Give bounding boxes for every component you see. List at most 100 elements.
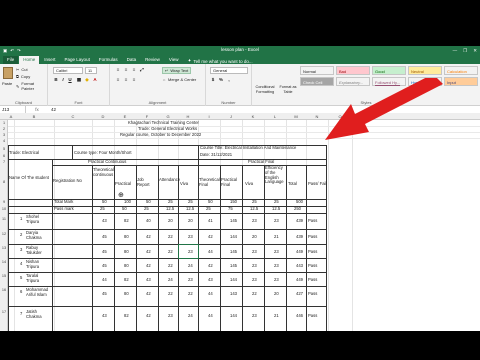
header-registration[interactable]: Registration No bbox=[53, 178, 91, 184]
col-header-h[interactable]: H bbox=[178, 114, 198, 119]
col-header-c[interactable]: C bbox=[54, 114, 92, 119]
student-score-cell[interactable]: 23 bbox=[252, 263, 257, 269]
row-header[interactable]: 7 bbox=[0, 160, 8, 164]
total-mark-cell[interactable]: 150 bbox=[230, 199, 237, 205]
header-practical[interactable]: Practical bbox=[115, 181, 131, 187]
student-score-cell[interactable]: 23 bbox=[252, 313, 257, 319]
student-score-cell[interactable]: 82 bbox=[124, 277, 129, 283]
student-score-cell[interactable]: 20 bbox=[168, 218, 173, 224]
total-mark-cell[interactable]: 25 bbox=[252, 199, 257, 205]
student-score-cell[interactable]: 23 bbox=[168, 313, 173, 319]
row-header[interactable]: 9 bbox=[0, 200, 8, 204]
header-attendance[interactable]: Attendance bbox=[159, 177, 180, 183]
total-mark-cell[interactable]: 25 bbox=[168, 199, 173, 205]
tab-review[interactable]: Review bbox=[141, 56, 164, 64]
student-serial[interactable]: 5 bbox=[20, 275, 22, 281]
font-color-icon[interactable]: A bbox=[92, 77, 98, 82]
style-neutral[interactable]: Neutral bbox=[408, 66, 442, 75]
formula-input[interactable]: 42 bbox=[48, 107, 56, 112]
student-score-cell[interactable]: 44 bbox=[102, 277, 107, 283]
copy-button[interactable]: ⧉ Copy bbox=[16, 74, 30, 79]
student-score-cell[interactable]: 42 bbox=[208, 234, 213, 240]
student-score-cell[interactable]: 82 bbox=[124, 218, 129, 224]
sheet-date[interactable]: Date: 31/12/2021 bbox=[200, 152, 232, 158]
col-header-b[interactable]: B bbox=[14, 114, 54, 119]
student-score-cell[interactable]: 22 bbox=[168, 249, 173, 255]
wrap-text-button[interactable]: ↵ Wrap Text bbox=[162, 67, 192, 74]
merge-center-button[interactable]: ⇔ Merge & Center bbox=[162, 77, 196, 82]
align-center-icon[interactable]: ≡ bbox=[123, 77, 129, 82]
row-header[interactable]: 8 bbox=[0, 180, 8, 184]
col-header-g[interactable]: G bbox=[158, 114, 178, 119]
student-score-cell[interactable]: 43 bbox=[146, 277, 151, 283]
student-serial[interactable]: 6 bbox=[20, 289, 22, 295]
student-serial[interactable]: 1 bbox=[20, 216, 22, 222]
style-explanatory[interactable]: Explanatory... bbox=[336, 77, 370, 86]
total-mark-cell[interactable]: 25 bbox=[188, 199, 193, 205]
student-score-cell[interactable]: 43 bbox=[208, 277, 213, 283]
row-header[interactable]: 15 bbox=[0, 274, 8, 278]
student-score-cell[interactable]: 21 bbox=[274, 234, 279, 240]
header-total[interactable]: Total bbox=[288, 181, 297, 187]
sheet-course-period[interactable]: Regular course, October to December 2022 bbox=[120, 132, 201, 138]
student-score-cell[interactable]: 21 bbox=[274, 313, 279, 319]
header-theoretical-continuous[interactable]: Theoretical continuous bbox=[93, 167, 114, 178]
student-score-cell[interactable]: 22 bbox=[168, 234, 173, 240]
student-score-cell[interactable]: 45 bbox=[102, 234, 107, 240]
col-header-j[interactable]: J bbox=[220, 114, 242, 119]
student-score-cell[interactable]: 145 bbox=[230, 249, 237, 255]
col-header-m[interactable]: M bbox=[286, 114, 306, 119]
student-result[interactable]: Pass bbox=[308, 249, 317, 255]
col-header-i[interactable]: I bbox=[198, 114, 220, 119]
student-score-cell[interactable]: 20 bbox=[188, 218, 193, 224]
paste-button[interactable]: Paste bbox=[2, 81, 12, 86]
align-right-icon[interactable]: ≡ bbox=[131, 77, 137, 82]
pass-mark-cell[interactable]: 25 bbox=[100, 206, 105, 212]
font-name-select[interactable]: Calibri bbox=[53, 67, 83, 74]
student-score-cell[interactable]: 40 bbox=[146, 218, 151, 224]
header-english[interactable]: Efficiency of the English Language bbox=[265, 165, 285, 185]
student-score-cell[interactable]: 42 bbox=[146, 234, 151, 240]
currency-icon[interactable]: $ bbox=[210, 77, 216, 82]
align-bottom-icon[interactable]: ≡ bbox=[131, 67, 137, 72]
student-score-cell[interactable]: 42 bbox=[146, 263, 151, 269]
course-title[interactable]: Course Title: Electrical Installation An… bbox=[200, 145, 296, 151]
trade-short[interactable]: Trade: Electrical bbox=[9, 150, 39, 156]
student-score-cell[interactable]: 144 bbox=[230, 313, 237, 319]
student-score-cell[interactable]: 82 bbox=[124, 313, 129, 319]
percent-icon[interactable]: % bbox=[218, 77, 224, 82]
tab-page-layout[interactable]: Page Layout bbox=[61, 56, 94, 64]
student-score-cell[interactable]: 144 bbox=[230, 234, 237, 240]
total-mark-cell[interactable]: 100 bbox=[124, 199, 131, 205]
paste-icon[interactable] bbox=[3, 67, 13, 79]
pass-mark-cell[interactable]: 75 bbox=[228, 206, 233, 212]
row-header[interactable]: 13 bbox=[0, 246, 8, 250]
conditional-formatting-button[interactable]: Conditional Formatting bbox=[254, 85, 276, 94]
pass-mark-cell[interactable]: 250 bbox=[294, 206, 301, 212]
total-mark-cell[interactable]: 25 bbox=[274, 199, 279, 205]
student-score-cell[interactable]: 45 bbox=[102, 249, 107, 255]
row-header[interactable]: 17 bbox=[0, 310, 8, 314]
student-score-cell[interactable]: 439 bbox=[296, 234, 303, 240]
student-score-cell[interactable]: 22 bbox=[168, 263, 173, 269]
student-score-cell[interactable]: 144 bbox=[230, 277, 237, 283]
student-score-cell[interactable]: 41 bbox=[208, 218, 213, 224]
student-score-cell[interactable]: 24 bbox=[188, 313, 193, 319]
row-header[interactable]: 5 bbox=[0, 147, 8, 151]
style-followed-hyperlink[interactable]: Followed Hy... bbox=[372, 77, 406, 86]
student-score-cell[interactable]: 80 bbox=[124, 291, 129, 297]
student-score-cell[interactable]: 143 bbox=[230, 291, 237, 297]
student-score-cell[interactable]: 42 bbox=[208, 263, 213, 269]
number-format-select[interactable]: General bbox=[210, 67, 248, 74]
bold-button[interactable]: B bbox=[53, 77, 59, 82]
total-mark-cell[interactable]: 500 bbox=[296, 199, 303, 205]
col-header-n[interactable]: N bbox=[306, 114, 328, 119]
student-score-cell[interactable]: 20 bbox=[252, 234, 257, 240]
student-score-cell[interactable]: 23 bbox=[188, 249, 193, 255]
student-name[interactable]: Daryia Chakma bbox=[26, 230, 51, 241]
student-serial[interactable]: 2 bbox=[20, 232, 22, 238]
align-top-icon[interactable]: ≡ bbox=[115, 67, 121, 72]
total-mark-cell[interactable]: 50 bbox=[208, 199, 213, 205]
col-header-k[interactable]: K bbox=[242, 114, 264, 119]
student-score-cell[interactable]: 23 bbox=[274, 218, 279, 224]
